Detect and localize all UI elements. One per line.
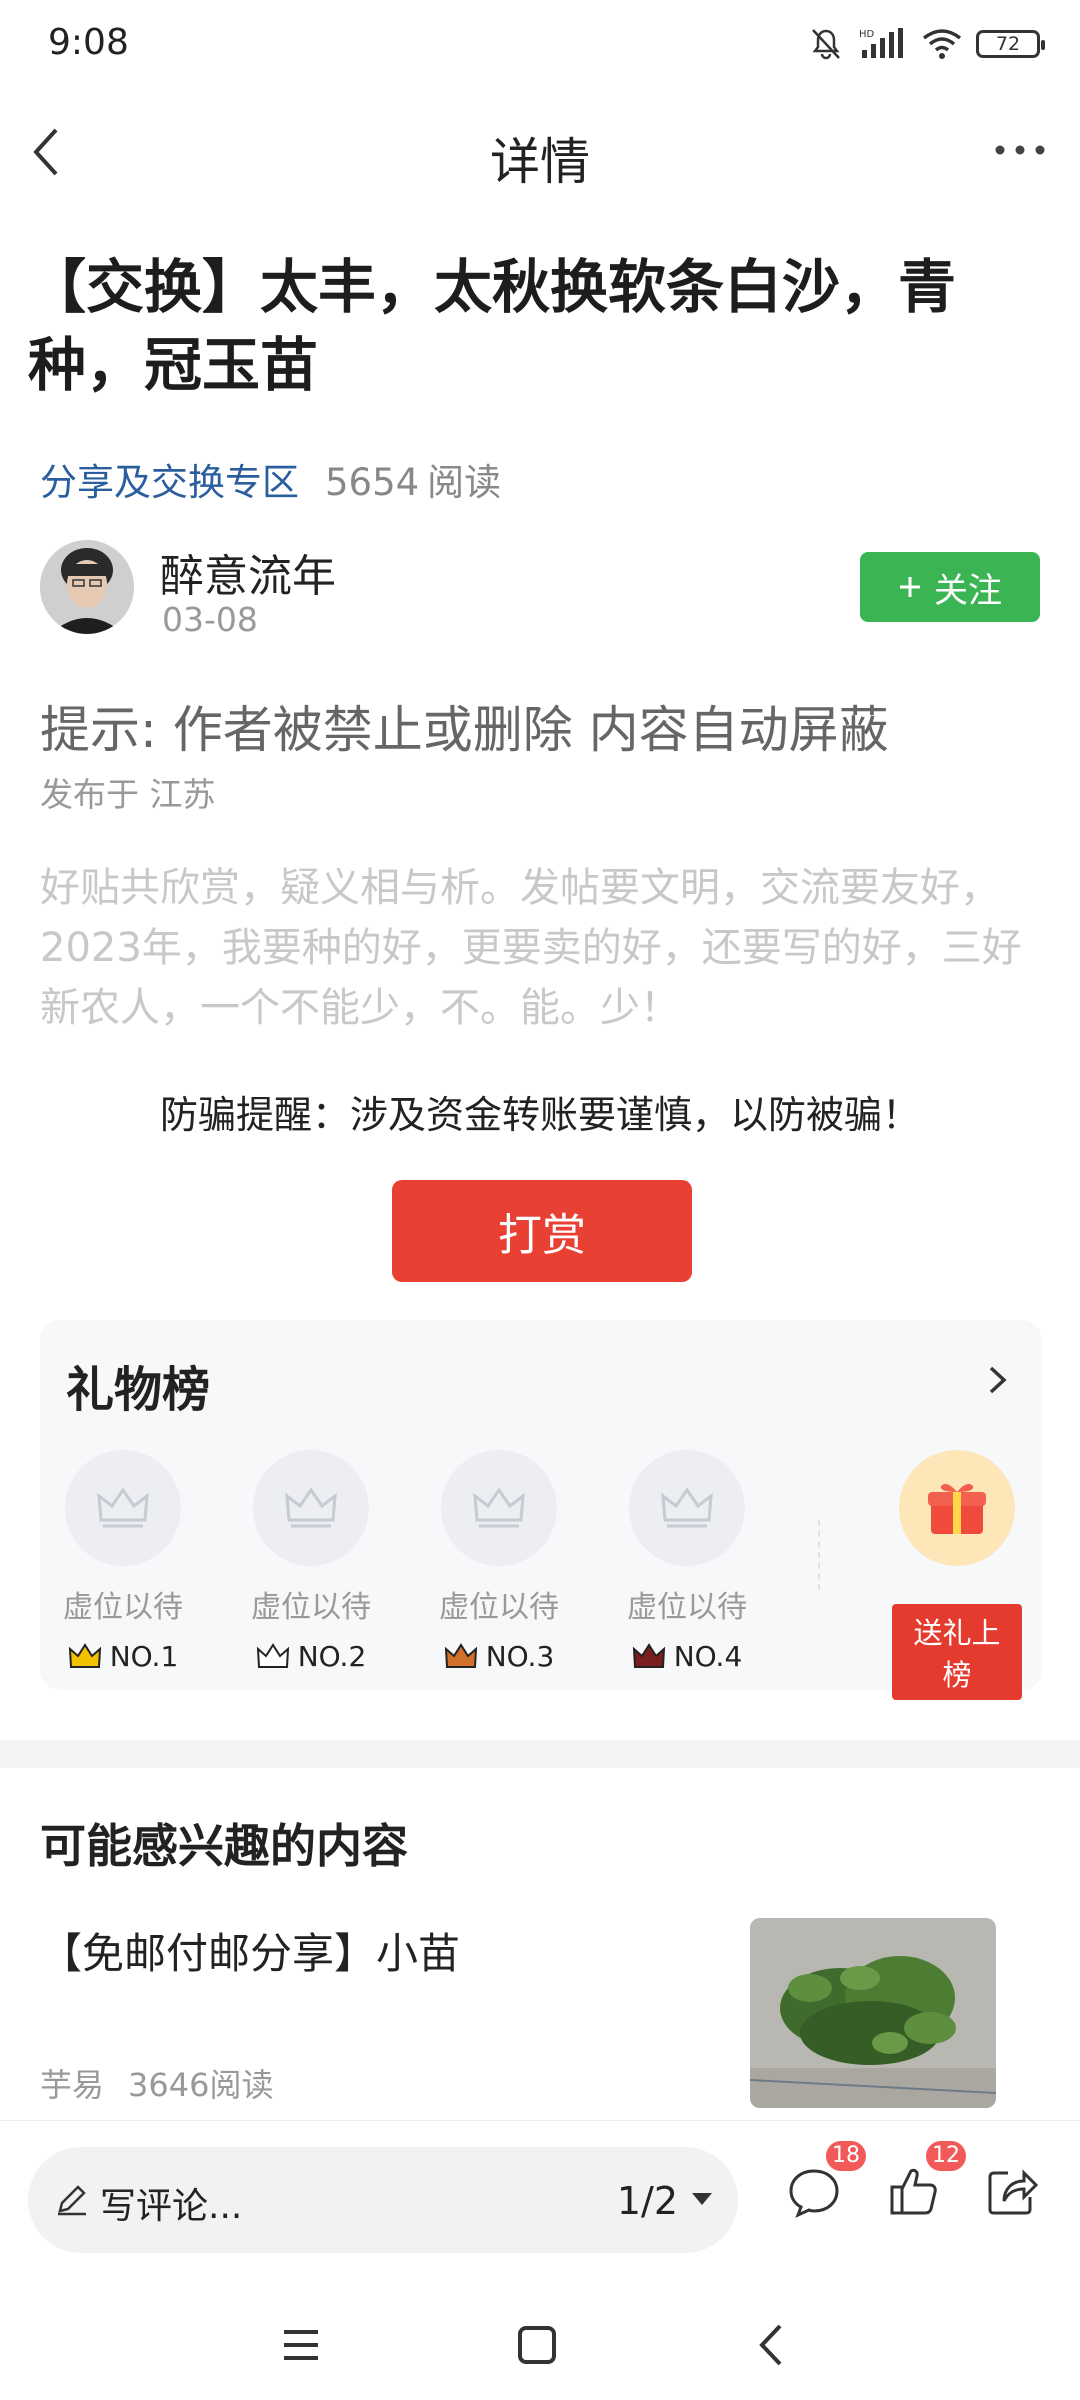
plus-icon [900,577,920,597]
battery-icon: 72 [976,30,1045,58]
seedling-image [750,1918,996,2108]
author-name[interactable]: 醉意流年 [160,540,336,604]
read-count: 5654 [325,461,420,504]
post-location: 发布于 江苏 [40,775,216,814]
comment-count-badge: 18 [826,2141,866,2171]
recommend-item-author: 芋易 [40,2066,105,2104]
gift-box-button[interactable] [899,1450,1015,1566]
slot-avatar-placeholder [65,1450,181,1566]
divider [818,1520,820,1590]
crown-outline-icon [97,1487,149,1528]
send-gift[interactable]: 送礼上榜 [892,1450,1022,1700]
menu-icon[interactable] [276,2320,326,2370]
recommend-item-title[interactable]: 【免邮付邮分享】小苗 [40,1920,460,1981]
mute-bell-icon [812,29,840,60]
status-time: 9:08 [48,22,129,63]
send-gift-button[interactable]: 送礼上榜 [892,1604,1022,1700]
gift-board: 礼物榜 虚位以待 NO.1 虚位以待 NO.2 虚位以待 NO.3 虚位以待 N… [40,1320,1042,1700]
blocked-notice: 提示: 作者被禁止或删除 内容自动屏蔽 [40,701,889,759]
crown-dark-icon [632,1642,665,1668]
crown-silver-icon [256,1642,289,1668]
gift-slot-3[interactable]: 虚位以待 NO.3 [424,1450,574,1673]
read-label: 阅读 [427,461,502,504]
follow-button[interactable]: 关注 [860,552,1040,622]
avatar-image [40,540,134,634]
slot-rank: NO.3 [424,1640,574,1673]
slot-rank: NO.4 [612,1640,762,1673]
avatar[interactable] [40,540,134,634]
back-nav-icon[interactable] [748,2320,798,2370]
follow-label: 关注 [934,570,1002,611]
nav-bar: 详情 [0,100,1080,204]
gift-slot-2[interactable]: 虚位以待 NO.2 [236,1450,386,1673]
slot-avatar-placeholder [629,1450,745,1566]
gift-slot-4[interactable]: 虚位以待 NO.4 [612,1450,762,1673]
recommend-thumbnail[interactable] [750,1918,996,2108]
reward-button[interactable]: 打赏 [392,1180,692,1282]
slot-label: 虚位以待 [251,1590,371,1625]
recommend-item-meta: 芋易 3646阅读 [40,2060,273,2106]
crown-outline-icon [285,1487,337,1528]
share-icon [988,2169,1039,2215]
recommend-title: 可能感兴趣的内容 [40,1819,408,1873]
fraud-warning: 防骗提醒：涉及资金转账要谨慎，以防被骗！ [159,1093,920,1137]
status-bar: 9:08 HD 72 [0,0,1080,90]
like-count-badge: 12 [926,2141,966,2171]
status-icons: HD 72 [808,26,1045,62]
crown-gold-icon [68,1642,101,1668]
caret-down-icon[interactable] [692,2193,712,2205]
slot-rank: NO.1 [48,1640,198,1673]
signal-hd-icon: HD [859,28,903,58]
crown-outline-icon [661,1487,713,1528]
pencil-icon [58,2185,86,2216]
section-divider [0,1740,1080,1768]
post-date: 03-08 [162,600,258,639]
crown-outline-icon [473,1487,525,1528]
page-title: 详情 [490,133,590,191]
recommend-item-reads: 3646阅读 [128,2066,274,2104]
system-nav-bar [0,2280,1080,2400]
gift-box-icon [928,1484,986,1534]
more-icon[interactable] [990,130,1050,170]
post-title: 【交换】太丰，太秋换软条白沙，青种，冠玉苗 [28,253,957,399]
author-signature: 好贴共欣赏，疑义相与析。发帖要文明，交流要友好，2023年，我要种的好，更要卖的… [40,865,1022,1031]
comment-placeholder: 写评论... [100,2186,243,2227]
gift-board-title: 礼物榜 [66,1362,211,1418]
slot-label: 虚位以待 [627,1590,747,1625]
chevron-right-icon[interactable] [982,1360,1012,1400]
like-button[interactable]: 12 [884,2141,966,2221]
svg-text:HD: HD [859,29,875,40]
slot-label: 虚位以待 [439,1590,559,1625]
slot-avatar-placeholder [441,1450,557,1566]
category-link[interactable]: 分享及交换专区 [40,461,299,504]
comment-button[interactable]: 18 [784,2141,866,2221]
page-indicator[interactable]: 1/2 [617,2179,678,2223]
wifi-icon [922,29,962,59]
home-icon[interactable] [512,2320,562,2370]
slot-label: 虚位以待 [63,1590,183,1625]
gift-slot-1[interactable]: 虚位以待 NO.1 [48,1450,198,1673]
post-meta: 分享及交换专区 5654 阅读 [40,452,501,506]
bottom-action-bar: 写评论... 1/2 18 12 [0,2120,1080,2280]
slot-avatar-placeholder [253,1450,369,1566]
comment-input[interactable]: 写评论... 1/2 [28,2147,738,2253]
share-button[interactable] [982,2161,1042,2221]
list-item[interactable]: 【免邮付邮分享】小苗 芋易 3646阅读 [0,1910,1080,2120]
author-row: 醉意流年 03-08 关注 [40,540,1040,650]
crown-bronze-icon [444,1642,477,1668]
slot-rank: NO.2 [236,1640,386,1673]
